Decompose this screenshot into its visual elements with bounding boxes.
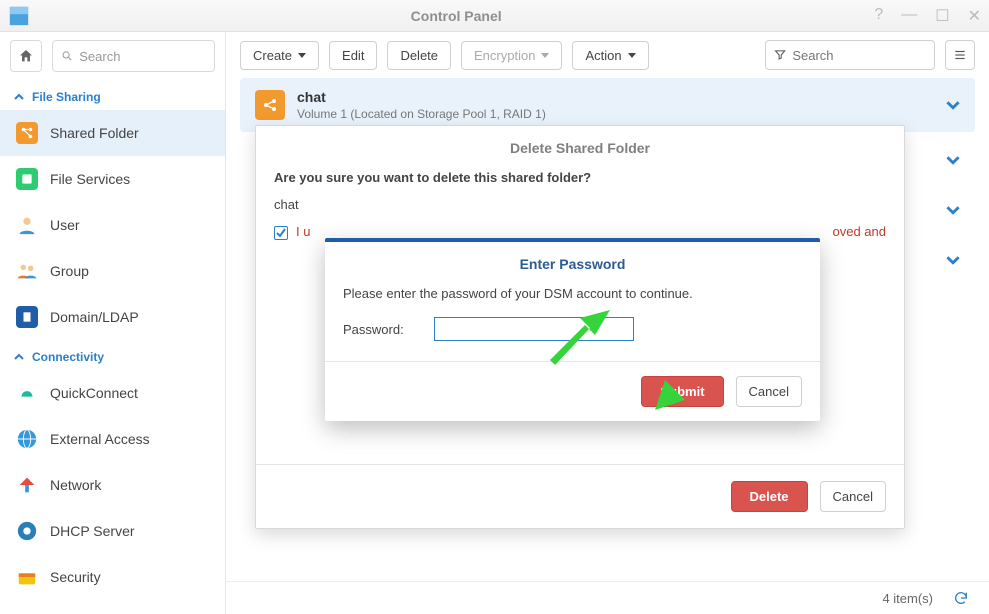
section-label: Connectivity xyxy=(32,350,104,364)
security-icon xyxy=(16,566,38,588)
folder-subtitle: Volume 1 (Located on Storage Pool 1, RAI… xyxy=(297,107,546,121)
folder-name: chat xyxy=(297,89,546,105)
sidebar-item-user[interactable]: User xyxy=(0,202,225,248)
encryption-button[interactable]: Encryption xyxy=(461,41,562,70)
globe-icon xyxy=(16,428,38,450)
refresh-icon[interactable] xyxy=(953,590,969,606)
checkbox-icon[interactable] xyxy=(274,226,288,240)
password-cancel-button[interactable]: Cancel xyxy=(736,376,802,407)
delete-cancel-button[interactable]: Cancel xyxy=(820,481,886,512)
group-icon xyxy=(16,260,38,282)
sidebar-item-label: Shared Folder xyxy=(50,125,139,141)
minimize-icon[interactable]: — xyxy=(901,6,917,26)
edit-button[interactable]: Edit xyxy=(329,41,377,70)
window-titlebar: Control Panel ? — ☐ ✕ xyxy=(0,0,989,32)
close-icon[interactable]: ✕ xyxy=(968,6,981,26)
maximize-icon[interactable]: ☐ xyxy=(935,6,949,26)
sidebar-item-network[interactable]: Network xyxy=(0,462,225,508)
funnel-icon xyxy=(774,48,786,62)
password-dialog: Enter Password Please enter the password… xyxy=(325,238,820,421)
dialog-title: Enter Password xyxy=(325,242,820,286)
confirm-text-left: I u xyxy=(296,224,310,239)
shared-folder-icon xyxy=(16,122,38,144)
delete-confirm-button[interactable]: Delete xyxy=(731,481,808,512)
item-count: 4 item(s) xyxy=(882,591,933,606)
search-icon xyxy=(61,49,73,63)
password-instruction: Please enter the password of your DSM ac… xyxy=(343,286,802,301)
sliders-icon xyxy=(953,48,967,62)
sidebar-item-security[interactable]: Security xyxy=(0,554,225,600)
sidebar-item-label: File Services xyxy=(50,171,130,187)
action-button[interactable]: Action xyxy=(572,41,648,70)
chevron-down-icon[interactable] xyxy=(946,98,960,112)
chevron-down-icon[interactable] xyxy=(946,153,960,167)
quickconnect-icon xyxy=(16,382,38,404)
delete-button[interactable]: Delete xyxy=(387,41,451,70)
window-title: Control Panel xyxy=(38,8,874,24)
sidebar-item-label: Group xyxy=(50,263,89,279)
list-row[interactable]: chat Volume 1 (Located on Storage Pool 1… xyxy=(240,78,975,132)
sidebar-search[interactable] xyxy=(52,40,215,72)
chevron-up-icon xyxy=(14,352,24,362)
section-file-sharing[interactable]: File Sharing xyxy=(0,80,225,110)
file-services-icon xyxy=(16,168,38,190)
user-icon xyxy=(16,214,38,236)
section-connectivity[interactable]: Connectivity xyxy=(0,340,225,370)
dhcp-icon xyxy=(16,520,38,542)
network-icon xyxy=(16,474,38,496)
sidebar-item-label: Domain/LDAP xyxy=(50,309,139,325)
share-icon xyxy=(255,90,285,120)
sidebar-item-label: DHCP Server xyxy=(50,523,135,539)
home-button[interactable] xyxy=(10,40,42,72)
help-icon[interactable]: ? xyxy=(874,6,883,26)
dialog-folder-name: chat xyxy=(274,197,886,212)
sidebar-item-group[interactable]: Group xyxy=(0,248,225,294)
confirm-text-right: oved and xyxy=(833,224,887,239)
chevron-up-icon xyxy=(14,92,24,102)
password-input[interactable] xyxy=(434,317,634,341)
app-icon xyxy=(8,5,30,27)
settings-button[interactable] xyxy=(945,40,975,70)
chevron-down-icon[interactable] xyxy=(946,203,960,217)
create-button[interactable]: Create xyxy=(240,41,319,70)
dialog-question: Are you sure you want to delete this sha… xyxy=(274,170,886,185)
sidebar-item-quickconnect[interactable]: QuickConnect xyxy=(0,370,225,416)
sidebar-item-domain-ldap[interactable]: Domain/LDAP xyxy=(0,294,225,340)
status-bar: 4 item(s) xyxy=(226,581,989,614)
domain-icon xyxy=(16,306,38,328)
password-label: Password: xyxy=(343,322,418,337)
chevron-down-icon[interactable] xyxy=(946,253,960,267)
toolbar: Create Edit Delete Encryption Action xyxy=(226,32,989,78)
toolbar-search[interactable] xyxy=(765,40,935,70)
section-label: File Sharing xyxy=(32,90,101,104)
submit-button[interactable]: Submit xyxy=(641,376,723,407)
sidebar-item-dhcp[interactable]: DHCP Server xyxy=(0,508,225,554)
sidebar-item-label: Network xyxy=(50,477,101,493)
sidebar: File Sharing Shared Folder File Services… xyxy=(0,32,226,614)
sidebar-search-input[interactable] xyxy=(79,49,206,64)
home-icon xyxy=(18,48,34,64)
toolbar-search-input[interactable] xyxy=(792,48,926,63)
sidebar-item-label: Security xyxy=(50,569,101,585)
sidebar-item-label: External Access xyxy=(50,431,150,447)
dialog-title: Delete Shared Folder xyxy=(256,126,904,166)
sidebar-item-file-services[interactable]: File Services xyxy=(0,156,225,202)
sidebar-item-external-access[interactable]: External Access xyxy=(0,416,225,462)
sidebar-item-label: User xyxy=(50,217,80,233)
sidebar-item-label: QuickConnect xyxy=(50,385,138,401)
sidebar-item-shared-folder[interactable]: Shared Folder xyxy=(0,110,225,156)
